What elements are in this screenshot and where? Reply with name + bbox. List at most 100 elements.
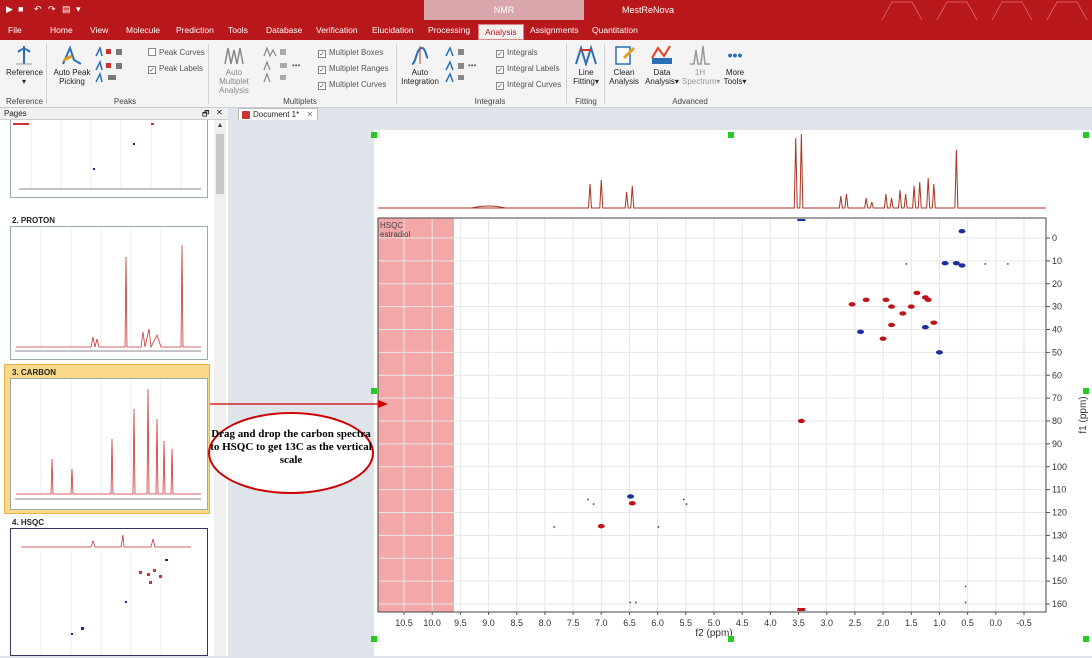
x-tick-label: 10.0 [423,618,441,628]
reference-button[interactable]: Reference ▾ [6,44,43,86]
x-tick-label: -0.5 [1016,618,1032,628]
cross-peak [888,304,896,309]
cross-peak [921,325,929,330]
multiplet-boxes-checkbox[interactable]: ✓ Multiplet Boxes [318,48,383,58]
document-tabs: Document 1* ✕ [230,108,1092,122]
y-tick-label: 90 [1052,439,1062,449]
menu-tools[interactable]: Tools [228,25,248,35]
resize-handle[interactable] [371,636,377,642]
y-tick-label: 40 [1052,325,1062,335]
peak-tools-icon[interactable] [94,46,136,82]
undo-icon[interactable]: ↶ [34,4,42,15]
cross-peak [848,302,856,307]
x-tick-label: 5.0 [708,618,721,628]
menu-prediction[interactable]: Prediction [176,25,214,35]
x-tick-label: 0.5 [961,618,974,628]
thumbnail-plot [15,379,201,500]
y-tick-label: 10 [1052,256,1062,266]
peaks-group-label: Peaks [113,97,137,106]
svg-text:•••: ••• [468,61,477,70]
resize-handle[interactable] [728,636,734,642]
scrollbar-thumb[interactable] [216,134,224,194]
page-thumbnail-proton[interactable] [10,226,208,360]
noise-peak [683,498,685,501]
x-tick-label: 2.5 [849,618,862,628]
menu-view[interactable]: View [90,25,108,35]
1h-spectrum-button[interactable]: 1H Spectrum▾ [682,44,720,86]
y-tick-label: 70 [1052,393,1062,403]
menu-assignments[interactable]: Assignments [530,25,579,35]
menu-file[interactable]: File [8,25,22,35]
x-tick-label: 5.5 [680,618,693,628]
x-tick-label: 0.0 [990,618,1003,628]
resize-handle[interactable] [371,388,377,394]
y-tick-label: 0 [1052,233,1057,243]
menu-database[interactable]: Database [266,25,302,35]
noise-peak [984,263,987,265]
noise-peak [964,601,967,604]
integral-labels-checkbox[interactable]: ✓ Integral Labels [496,64,559,74]
print-icon[interactable]: ▤ [62,4,71,15]
noise-peak [629,601,631,604]
cross-peak [597,524,605,529]
menu-elucidation[interactable]: Elucidation [372,25,414,35]
close-tab-icon[interactable]: ✕ [307,110,314,119]
menu-quantitation[interactable]: Quantitation [592,25,638,35]
resize-handle[interactable] [371,132,377,138]
cross-peak [958,263,966,268]
multiplet-ranges-checkbox[interactable]: ✓ Multiplet Ranges [318,64,389,74]
integral-curves-checkbox[interactable]: ✓ Integral Curves [496,80,561,90]
customize-icon[interactable]: ▾ [76,4,81,15]
integrals-group-label: Integrals [474,97,506,106]
menu-processing[interactable]: Processing [428,25,470,35]
integrals-checkbox[interactable]: ✓ Integrals [496,48,538,58]
peak-curves-checkbox[interactable]: Peak Curves [148,48,205,57]
menu-home[interactable]: Home [50,25,73,35]
ribbon: Reference ▾ Reference Auto Peak Picking P… [0,40,1092,108]
page-thumbnail-1[interactable] [10,120,208,198]
menu-analysis[interactable]: Analysis [478,24,524,40]
y-tick-label: 50 [1052,347,1062,357]
save-icon[interactable]: ■ [18,4,23,14]
multiplet-curves-checkbox[interactable]: ✓ Multiplet Curves [318,80,386,90]
noise-peak [587,498,589,501]
quick-access-icon[interactable]: ▶ [6,4,13,15]
cross-peak [627,494,635,499]
integral-tools-icon[interactable]: ••• [444,46,490,82]
integration-icon [411,46,429,65]
cross-peak [935,350,943,355]
auto-peak-picking-button[interactable]: Auto Peak Picking [52,44,92,86]
hsqc-spectrum-plot[interactable]: 0 10 20 30 40 50 60 70 80 90 100 110 120 130 140 150 160… [374,130,1092,656]
y-tick-label: 100 [1052,462,1067,472]
document-page[interactable]: 0 10 20 30 40 50 60 70 80 90 100 110 120 130 140 150 160… [374,130,1092,656]
menu-molecule[interactable]: Molecule [126,25,160,35]
data-analysis-button[interactable]: Data Analysis▾ [644,44,680,86]
thumbnail-plot [21,534,191,655]
peak-labels-checkbox[interactable]: ✓ Peak Labels [148,64,203,74]
auto-multiplet-analysis-button[interactable]: Auto Multiplet Analysis [212,44,256,95]
line-fitting-button[interactable]: Line Fitting▾ [570,44,602,86]
x-tick-label: 3.5 [792,618,805,628]
nmr-context-header: NMR [424,0,584,20]
advanced-group-label: Advanced [672,97,708,106]
resize-handle[interactable] [1083,132,1089,138]
clean-analysis-button[interactable]: Clean Analysis [608,44,640,86]
cross-peak [913,290,921,296]
y-tick-label: 160 [1052,599,1067,609]
pages-scrollbar[interactable]: ▲ [214,120,226,656]
close-panel-icon[interactable]: ✕ [216,108,223,117]
resize-handle[interactable] [1083,636,1089,642]
page-thumbnail-carbon[interactable] [10,378,208,510]
scroll-up-icon[interactable]: ▲ [216,122,224,130]
redo-icon[interactable]: ↷ [48,4,56,15]
cross-peak [958,228,966,234]
x-tick-label: 10.5 [395,618,413,628]
x-tick-label: 6.0 [651,618,664,628]
multiplet-tools-icon[interactable]: ••• [262,46,310,82]
auto-integration-button[interactable]: Auto Integration [400,44,440,86]
resize-handle[interactable] [728,132,734,138]
resize-handle[interactable] [1083,388,1089,394]
menu-verification[interactable]: Verification [316,25,358,35]
page-thumbnail-hsqc[interactable] [10,528,208,656]
more-tools-button[interactable]: ••• More Tools▾ [720,44,750,86]
